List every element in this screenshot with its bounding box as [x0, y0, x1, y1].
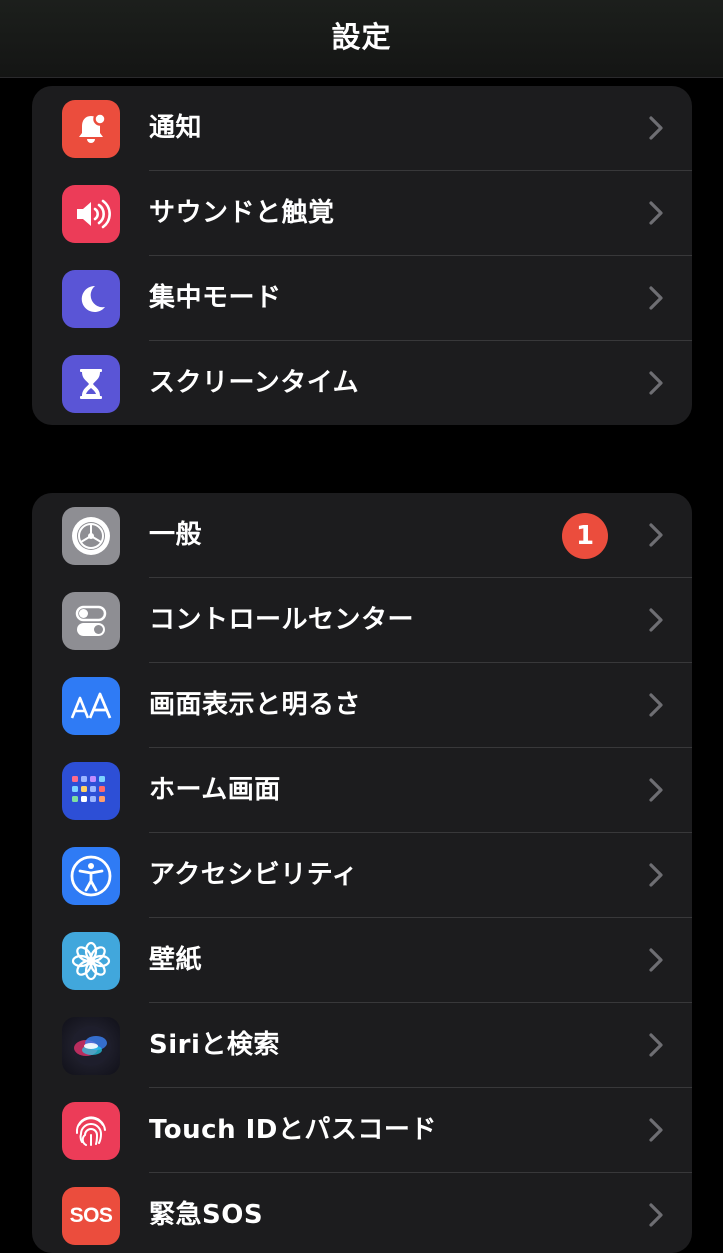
notification-badge: 1 [562, 513, 608, 559]
chevron-right-icon [649, 286, 663, 310]
text-size-icon [62, 677, 120, 735]
chevron-right-icon [649, 778, 663, 802]
settings-row-label: 一般 [149, 520, 203, 550]
settings-row-label: 通知 [149, 113, 203, 143]
sos-icon: SOS [62, 1187, 120, 1245]
chevron-right-icon [649, 523, 663, 547]
chevron-right-icon [649, 201, 663, 225]
settings-row-sos[interactable]: SOS 緊急SOS [32, 1173, 692, 1253]
page-title: 設定 [331, 20, 392, 54]
navigation-bar: 設定 [0, 0, 723, 78]
settings-row-touch-id[interactable]: Touch IDとパスコード [32, 1088, 692, 1173]
settings-row-label: コントロールセンター [149, 605, 415, 635]
speaker-icon [62, 185, 120, 243]
settings-row-label: サウンドと触覚 [149, 198, 335, 228]
settings-group-2: 一般 1 コントロールセンター 画面表示と明るさ ホーム画面 アクセシビリティ … [32, 493, 692, 1253]
flower-icon [62, 932, 120, 990]
settings-row-general[interactable]: 一般 1 [32, 493, 692, 578]
settings-row-label: 壁紙 [149, 945, 203, 975]
chevron-right-icon [649, 371, 663, 395]
settings-row-screentime[interactable]: スクリーンタイム [32, 341, 692, 425]
settings-row-label: 緊急SOS [149, 1200, 264, 1230]
accessibility-icon [62, 847, 120, 905]
fingerprint-icon [62, 1102, 120, 1160]
settings-row-notifications[interactable]: 通知 [32, 86, 692, 171]
app-grid-icon [62, 762, 120, 820]
chevron-right-icon [649, 116, 663, 140]
notification-bell-icon [62, 100, 120, 158]
settings-row-control-center[interactable]: コントロールセンター [32, 578, 692, 663]
settings-row-label: Touch IDとパスコード [149, 1115, 437, 1145]
settings-row-label: スクリーンタイム [149, 368, 360, 398]
chevron-right-icon [649, 693, 663, 717]
settings-row-wallpaper[interactable]: 壁紙 [32, 918, 692, 1003]
settings-row-display[interactable]: 画面表示と明るさ [32, 663, 692, 748]
toggles-icon [62, 592, 120, 650]
moon-icon [62, 270, 120, 328]
settings-row-label: 集中モード [149, 283, 282, 313]
settings-row-siri[interactable]: Siriと検索 [32, 1003, 692, 1088]
siri-icon [62, 1017, 120, 1075]
chevron-right-icon [649, 863, 663, 887]
settings-row-label: 画面表示と明るさ [149, 690, 362, 720]
chevron-right-icon [649, 1118, 663, 1142]
settings-group-1: 通知 サウンドと触覚 集中モード スクリーンタイム [32, 86, 692, 425]
chevron-right-icon [649, 608, 663, 632]
hourglass-icon [62, 355, 120, 413]
settings-row-label: Siriと検索 [149, 1030, 280, 1060]
settings-row-focus[interactable]: 集中モード [32, 256, 692, 341]
settings-row-label: ホーム画面 [149, 775, 281, 805]
sos-icon-text: SOS [69, 1204, 113, 1227]
settings-row-label: アクセシビリティ [149, 860, 359, 890]
settings-row-home-screen[interactable]: ホーム画面 [32, 748, 692, 833]
chevron-right-icon [649, 948, 663, 972]
chevron-right-icon [649, 1033, 663, 1057]
gear-icon [62, 507, 120, 565]
chevron-right-icon [649, 1203, 663, 1227]
settings-row-accessibility[interactable]: アクセシビリティ [32, 833, 692, 918]
settings-row-sounds[interactable]: サウンドと触覚 [32, 171, 692, 256]
